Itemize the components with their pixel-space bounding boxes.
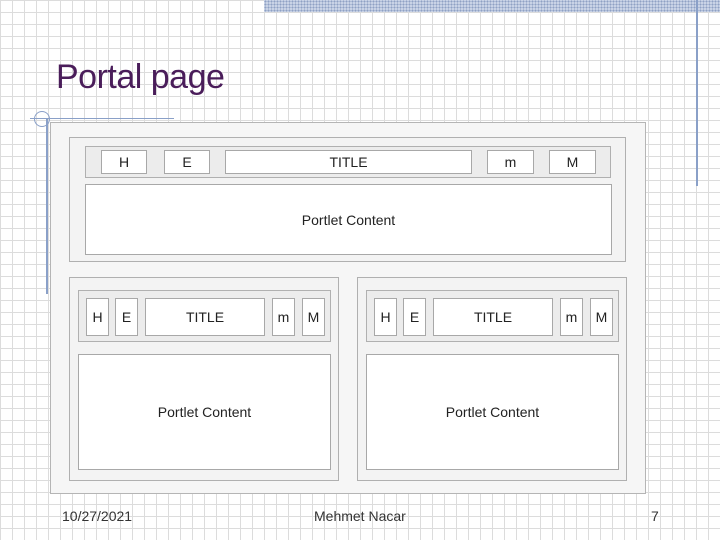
- footer-page-number: 7: [651, 508, 659, 524]
- crosshair-icon: [34, 111, 50, 127]
- help-button[interactable]: H: [86, 298, 109, 336]
- portlet-content: Portlet Content: [366, 354, 619, 470]
- footer-date: 10/27/2021: [62, 508, 133, 524]
- minimize-button[interactable]: m: [272, 298, 295, 336]
- edit-button[interactable]: E: [164, 150, 210, 174]
- help-button[interactable]: H: [374, 298, 397, 336]
- portlet-content: Portlet Content: [78, 354, 331, 470]
- portlet-top: H E TITLE m M Portlet Content: [69, 137, 626, 262]
- decorative-vertical-line: [46, 118, 48, 294]
- minimize-button[interactable]: m: [560, 298, 583, 336]
- help-button[interactable]: H: [101, 150, 147, 174]
- maximize-button[interactable]: M: [302, 298, 325, 336]
- decorative-vertical-line: [696, 0, 698, 186]
- portlet-title: TITLE: [225, 150, 472, 174]
- slide-title: Portal page: [56, 58, 225, 96]
- decorative-top-band: [264, 0, 720, 12]
- portlet-title-bar: H E TITLE m M: [85, 146, 611, 178]
- portlet-bottom-right: H E TITLE m M Portlet Content: [357, 277, 627, 481]
- edit-button[interactable]: E: [403, 298, 426, 336]
- portlet-content: Portlet Content: [85, 184, 612, 255]
- portlet-title: TITLE: [433, 298, 553, 336]
- portlet-title: TITLE: [145, 298, 265, 336]
- decorative-horizontal-line: [30, 118, 174, 119]
- footer-author: Mehmet Nacar: [314, 508, 406, 524]
- portlet-title-bar: H E TITLE m M: [366, 290, 619, 342]
- portlet-bottom-left: H E TITLE m M Portlet Content: [69, 277, 339, 481]
- edit-button[interactable]: E: [115, 298, 138, 336]
- maximize-button[interactable]: M: [549, 150, 596, 174]
- portlet-title-bar: H E TITLE m M: [78, 290, 331, 342]
- minimize-button[interactable]: m: [487, 150, 534, 174]
- maximize-button[interactable]: M: [590, 298, 613, 336]
